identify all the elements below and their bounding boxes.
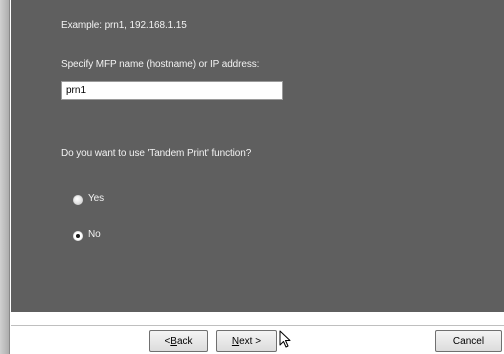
- back-button[interactable]: < Back: [149, 330, 208, 352]
- back-button-label: ack: [176, 335, 193, 347]
- radio-yes[interactable]: [73, 195, 83, 205]
- radio-yes-label[interactable]: Yes: [88, 193, 104, 204]
- mouse-pointer-icon: [279, 330, 291, 348]
- left-edge-strip: [0, 0, 10, 354]
- setup-wizard-window: Example: prn1, 192.168.1.15 Specify MFP …: [0, 0, 504, 354]
- radio-no[interactable]: [73, 231, 83, 241]
- cancel-button[interactable]: Cancel: [435, 330, 502, 352]
- radio-no-label[interactable]: No: [88, 229, 101, 240]
- next-button[interactable]: Next >: [216, 330, 277, 352]
- footer-divider: [11, 325, 504, 326]
- wizard-content-panel: Example: prn1, 192.168.1.15 Specify MFP …: [11, 0, 504, 312]
- tandem-print-question: Do you want to use 'Tandem Print' functi…: [61, 148, 252, 159]
- back-button-accelerator: B: [170, 335, 177, 347]
- hostname-input[interactable]: [61, 81, 283, 100]
- next-button-label: ext >: [239, 335, 262, 347]
- wizard-footer: < Back Next > Cancel: [11, 312, 504, 354]
- next-button-accelerator: N: [231, 335, 240, 347]
- hostname-label: Specify MFP name (hostname) or IP addres…: [61, 59, 260, 70]
- example-text: Example: prn1, 192.168.1.15: [61, 20, 187, 31]
